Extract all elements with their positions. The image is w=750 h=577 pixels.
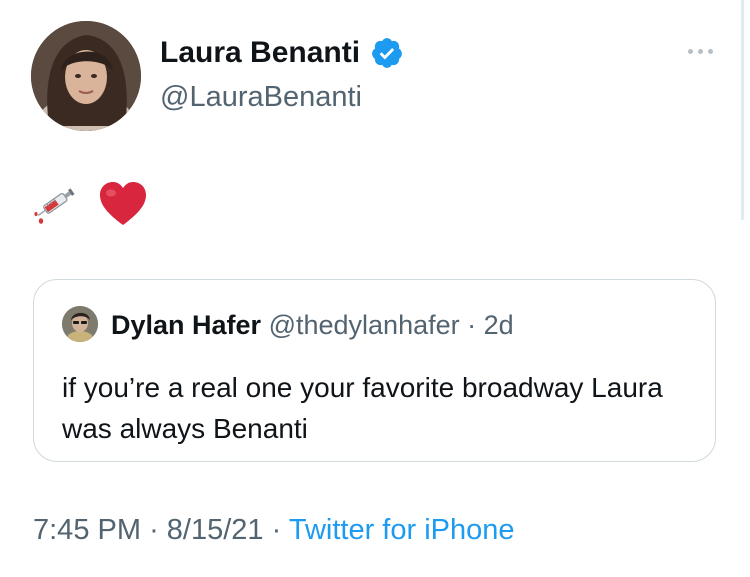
syringe-emoji xyxy=(34,188,75,224)
author-handle[interactable]: @LauraBenanti xyxy=(160,81,362,114)
quote-author-name[interactable]: Dylan Hafer xyxy=(111,310,261,340)
scrollbar[interactable] xyxy=(741,0,744,220)
quote-text: if you’re a real one your favorite broad… xyxy=(62,372,663,444)
quote-timestamp[interactable]: 2d xyxy=(484,310,514,340)
profile-photo xyxy=(62,306,98,342)
author-name[interactable]: Laura Benanti xyxy=(160,36,360,70)
quote-author-avatar[interactable] xyxy=(62,306,98,342)
tweet-date[interactable]: 8/15/21 xyxy=(167,514,264,546)
dot xyxy=(707,48,713,54)
dot xyxy=(687,48,693,54)
quote-header: Dylan Hafer @thedylanhafer · 2d xyxy=(111,308,514,342)
author-avatar[interactable] xyxy=(31,21,141,131)
separator: · xyxy=(271,514,282,546)
tweet: Laura Benanti @LauraBenanti Dylan Hafer … xyxy=(0,0,750,577)
quote-tweet-card[interactable]: Dylan Hafer @thedylanhafer · 2d if you’r… xyxy=(33,279,716,462)
tweet-source-link[interactable]: Twitter for iPhone xyxy=(289,514,515,546)
separator: · xyxy=(149,514,159,546)
verified-badge-icon xyxy=(372,38,402,68)
more-dots-icon[interactable] xyxy=(680,36,720,66)
tweet-time[interactable]: 7:45 PM xyxy=(33,514,141,546)
tweet-meta: 7:45 PM · 8/15/21 · Twitter for iPhone xyxy=(33,514,515,547)
dot xyxy=(697,48,703,54)
quote-author-handle[interactable]: @thedylanhafer xyxy=(269,310,460,340)
red-heart-emoji xyxy=(100,182,146,225)
profile-photo xyxy=(31,21,141,131)
separator: · xyxy=(467,310,477,340)
